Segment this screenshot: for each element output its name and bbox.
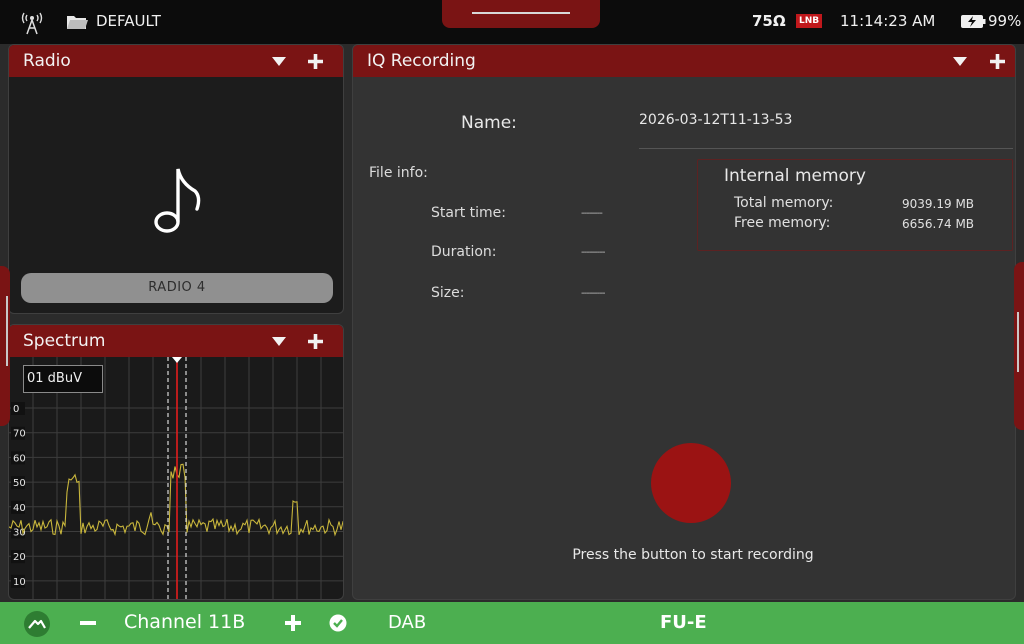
- battery-charging-icon: [961, 15, 986, 28]
- check-circle-icon[interactable]: [329, 614, 347, 632]
- y-tick-label: 10: [13, 577, 26, 588]
- impedance-indicator: 75Ω: [752, 12, 786, 30]
- antenna-icon: [21, 12, 43, 35]
- radio-panel-title: Radio: [23, 51, 71, 71]
- radio-panel: Radio RADIO 4: [8, 44, 344, 314]
- chevron-down-icon[interactable]: [272, 337, 286, 346]
- y-tick-label: 50: [13, 478, 26, 489]
- chevron-down-icon[interactable]: [272, 57, 286, 66]
- y-tick-label: 40: [13, 503, 26, 514]
- drawer-grip: [472, 12, 570, 14]
- record-hint: Press the button to start recording: [572, 547, 814, 563]
- size-label: Size:: [431, 285, 465, 301]
- internal-memory-title: Internal memory: [724, 166, 866, 186]
- right-drawer-handle[interactable]: [1014, 262, 1024, 430]
- top-drawer-handle[interactable]: [442, 0, 600, 28]
- service-label: FU-E: [660, 612, 707, 633]
- iq-recording-panel: IQ Recording Name: 2026-03-12T11-13-53 F…: [352, 44, 1016, 600]
- y-tick-label: 70: [13, 429, 26, 440]
- total-memory-value: 9039.19 MB: [902, 197, 975, 211]
- free-memory-label: Free memory:: [734, 215, 831, 231]
- duration-label: Duration:: [431, 244, 497, 260]
- channel-selector[interactable]: Channel 11B: [124, 611, 245, 633]
- left-drawer-handle[interactable]: [0, 266, 10, 426]
- duration-value: ---------: [581, 247, 606, 258]
- spectrum-panel-header: Spectrum: [9, 325, 343, 357]
- y-tick-label: 30: [13, 528, 26, 539]
- channel-increment-button[interactable]: [284, 614, 302, 632]
- battery-level: 99%: [988, 12, 1022, 30]
- signal-home-icon[interactable]: [24, 611, 50, 637]
- status-bar: DEFAULT 75Ω LNB 11:14:23 AM 99%: [0, 0, 1024, 44]
- folder-icon[interactable]: [66, 14, 88, 30]
- radio-station-button[interactable]: RADIO 4: [21, 273, 333, 303]
- standard-label: DAB: [388, 612, 427, 633]
- size-value: ---------: [581, 288, 606, 299]
- spectrum-panel-title: Spectrum: [23, 331, 106, 351]
- drawer-grip: [6, 296, 8, 366]
- iq-panel-header: IQ Recording: [353, 45, 1015, 77]
- recording-name-field[interactable]: 2026-03-12T11-13-53: [639, 105, 1013, 149]
- spectrum-plot[interactable]: 0 70 60 50 40 30 20 10: [9, 357, 344, 600]
- radio-panel-header: Radio: [9, 45, 343, 77]
- internal-memory-box: Internal memory Total memory: 9039.19 MB…: [697, 159, 1013, 251]
- start-time-label: Start time:: [431, 205, 506, 221]
- profile-name[interactable]: DEFAULT: [96, 12, 161, 30]
- free-memory-value: 6656.74 MB: [902, 217, 975, 231]
- chevron-down-icon[interactable]: [953, 57, 967, 66]
- bottom-bar: Channel 11B DAB FU-E: [0, 602, 1024, 644]
- music-note-icon: [154, 168, 201, 233]
- mountain-icon: [28, 619, 46, 629]
- lnb-badge: LNB: [796, 14, 823, 28]
- spectrum-y-ticks: 0 70 60 50 40 30 20 10: [11, 402, 26, 588]
- plus-icon[interactable]: [989, 53, 1006, 70]
- drawer-grip: [1017, 312, 1019, 372]
- marker-arrow-icon: [172, 357, 182, 363]
- start-time-value: --------: [581, 208, 603, 219]
- y-tick-label: 60: [13, 453, 26, 464]
- channel-decrement-button[interactable]: [80, 621, 96, 625]
- y-tick-label: 20: [13, 552, 26, 563]
- plus-icon[interactable]: [307, 333, 324, 350]
- plus-icon[interactable]: [307, 53, 324, 70]
- iq-panel-title: IQ Recording: [367, 51, 476, 71]
- y-tick-label: 0: [13, 404, 19, 415]
- record-button[interactable]: [651, 443, 731, 523]
- spectrum-panel: Spectrum 0 70 60 50 40 30 20 10 01 dBuV: [8, 324, 344, 600]
- file-info-label: File info:: [369, 165, 428, 181]
- name-label: Name:: [461, 113, 517, 133]
- reference-level-label[interactable]: 01 dBuV: [23, 365, 103, 393]
- total-memory-label: Total memory:: [734, 195, 834, 211]
- clock: 11:14:23 AM: [840, 12, 936, 30]
